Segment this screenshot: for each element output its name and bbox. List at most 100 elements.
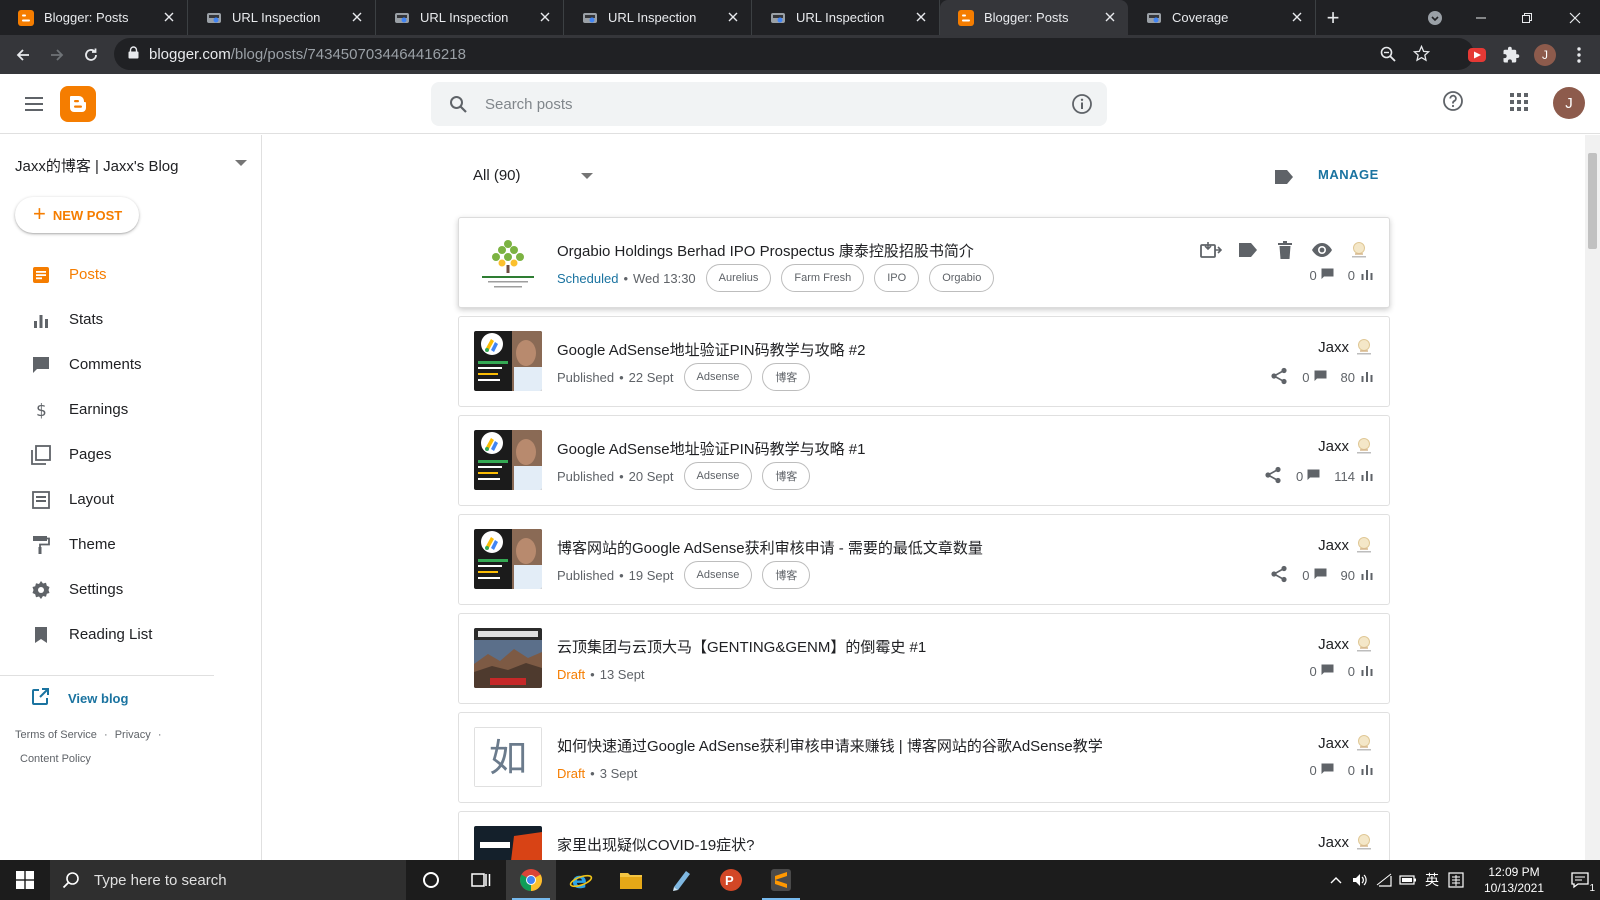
battery-icon[interactable] [1396,860,1420,900]
label-chip[interactable]: 博客 [762,462,811,490]
sidebar-item-earnings[interactable]: $ Earnings [0,387,214,432]
close-window-button[interactable] [1552,0,1598,35]
sidebar-item-stats[interactable]: Stats [0,297,214,342]
share-icon[interactable] [1270,367,1288,388]
post-title[interactable]: Google AdSense地址验证PIN码教学与攻略 #2 [557,339,865,360]
chevron-up-icon[interactable] [1324,860,1348,900]
cortana-button[interactable] [406,860,456,900]
sidebar-item-comments[interactable]: Comments [0,342,214,387]
close-tab-icon[interactable] [1289,10,1305,26]
powerpoint-app[interactable]: P [706,860,756,900]
close-tab-icon[interactable] [1102,10,1118,26]
main-menu-button[interactable] [20,90,48,118]
label-chip[interactable]: 博客 [762,561,811,589]
view-blog-link[interactable]: View blog [30,683,128,713]
taskbar-search[interactable] [50,860,406,900]
share-icon[interactable] [1264,466,1282,487]
post-title[interactable]: 如何快速通过Google AdSense获利审核申请来赚钱 | 博客网站的谷歌A… [557,735,1103,756]
post-row[interactable]: Google AdSense地址验证PIN码教学与攻略 #1 Published •… [458,415,1390,506]
post-title[interactable]: 家里出现疑似COVID-19症状? [557,834,755,855]
puzzle-icon[interactable] [1494,38,1528,72]
close-tab-icon[interactable] [913,10,929,26]
new-tab-button[interactable]: + [1316,0,1350,35]
share-icon[interactable] [1270,565,1288,586]
sidebar-item-pages[interactable]: Pages [0,432,214,477]
scrollbar-thumb[interactable] [1588,153,1597,249]
chrome-taskbar-app[interactable] [506,860,556,900]
start-button[interactable] [0,860,50,900]
post-row[interactable]: 如 如何快速通过Google AdSense获利审核申请来赚钱 | 博客网站的谷歌… [458,712,1390,803]
browser-tab[interactable]: Coverage [1128,0,1316,35]
clock[interactable]: 12:09 PM 10/13/2021 [1474,864,1554,896]
blog-selector[interactable]: Jaxx的博客 | Jaxx's Blog [15,153,247,177]
new-post-button[interactable]: + NEW POST [15,197,139,233]
account-avatar[interactable]: J [1553,87,1585,119]
label-chip[interactable]: Adsense [683,462,753,490]
label-chip[interactable]: Aurelius [705,264,772,292]
post-row[interactable]: Google AdSense地址验证PIN码教学与攻略 #2 Published •… [458,316,1390,407]
author-avatar[interactable] [1345,238,1373,262]
info-icon[interactable] [1071,93,1093,120]
sidebar-item-theme[interactable]: Theme [0,522,214,567]
label-chip[interactable]: Farm Fresh [781,264,865,292]
page-scrollbar[interactable] [1585,135,1600,860]
internet-explorer-app[interactable]: e [556,860,606,900]
search-input[interactable] [485,95,1045,113]
post-title[interactable]: Google AdSense地址验证PIN码教学与攻略 #1 [557,438,865,459]
ime-mode-icon[interactable] [1444,860,1468,900]
notes-app[interactable] [656,860,706,900]
profile-avatar[interactable]: J [1528,38,1562,72]
wifi-icon[interactable] [1372,860,1396,900]
post-row[interactable]: 云顶集团与云顶大马【GENTING&GENM】的倒霉史 #1 Draft • 13 S… [458,613,1390,704]
reload-button[interactable] [74,38,108,72]
browser-tab[interactable]: URL Inspection [188,0,376,35]
search-icon[interactable] [431,95,485,113]
action-center-button[interactable]: 1 [1560,860,1600,900]
restore-button[interactable] [1504,0,1550,35]
file-explorer-app[interactable] [606,860,656,900]
google-apps-icon[interactable] [1510,93,1528,116]
back-button[interactable] [6,38,40,72]
close-tab-icon[interactable] [725,10,741,26]
label-chip[interactable]: 博客 [762,363,811,391]
browser-tab[interactable]: Blogger: Posts [940,0,1128,35]
close-tab-icon[interactable] [349,10,365,26]
help-icon[interactable] [1442,90,1464,117]
task-view-button[interactable] [456,860,506,900]
forward-button[interactable] [40,38,74,72]
post-row[interactable]: Orgabio Holdings Berhad IPO Prospectus 康… [458,217,1390,308]
blogger-logo[interactable] [60,86,96,122]
close-tab-icon[interactable] [537,10,553,26]
revert-to-draft-icon[interactable] [1197,238,1225,262]
preview-eye-icon[interactable] [1308,238,1336,262]
browser-tab[interactable]: URL Inspection [752,0,940,35]
post-title[interactable]: 博客网站的Google AdSense获利审核申请 - 需要的最低文章数量 [557,537,983,558]
sidebar-item-layout[interactable]: Layout [0,477,214,522]
chrome-menu-icon[interactable] [1562,38,1596,72]
sublime-text-app[interactable] [756,860,806,900]
privacy-link[interactable]: Privacy [115,729,151,741]
browser-tab[interactable]: URL Inspection [376,0,564,35]
sidebar-item-settings[interactable]: Settings [0,567,214,612]
manage-labels-button[interactable]: MANAGE [1318,167,1379,182]
label-chip[interactable]: Adsense [683,363,753,391]
post-row[interactable]: 博客网站的Google AdSense获利审核申请 - 需要的最低文章数量 Pub… [458,514,1390,605]
label-icon[interactable] [1234,238,1262,262]
sidebar-item-posts[interactable]: Posts [0,252,214,297]
volume-icon[interactable] [1348,860,1372,900]
post-title[interactable]: Orgabio Holdings Berhad IPO Prospectus 康… [557,240,974,261]
youtube-extension-icon[interactable] [1460,38,1494,72]
close-tab-icon[interactable] [161,10,177,26]
label-chip[interactable]: IPO [874,264,920,292]
terms-link[interactable]: Terms of Service [15,729,97,741]
label-chip[interactable]: Adsense [683,561,753,589]
label-icon[interactable] [1274,169,1294,190]
post-row[interactable]: 家里出现疑似COVID-19症状? Jaxx [458,811,1390,860]
label-chip[interactable]: Orgabio [929,264,995,292]
posts-filter-dropdown[interactable]: All (90) [473,167,593,184]
post-title[interactable]: 云顶集团与云顶大马【GENTING&GENM】的倒霉史 #1 [557,636,926,657]
content-policy-link[interactable]: Content Policy [20,753,91,765]
ime-language-indicator[interactable]: 英 [1420,860,1444,900]
browser-tab[interactable]: Blogger: Posts [0,0,188,35]
sidebar-item-reading-list[interactable]: Reading List [0,612,214,657]
